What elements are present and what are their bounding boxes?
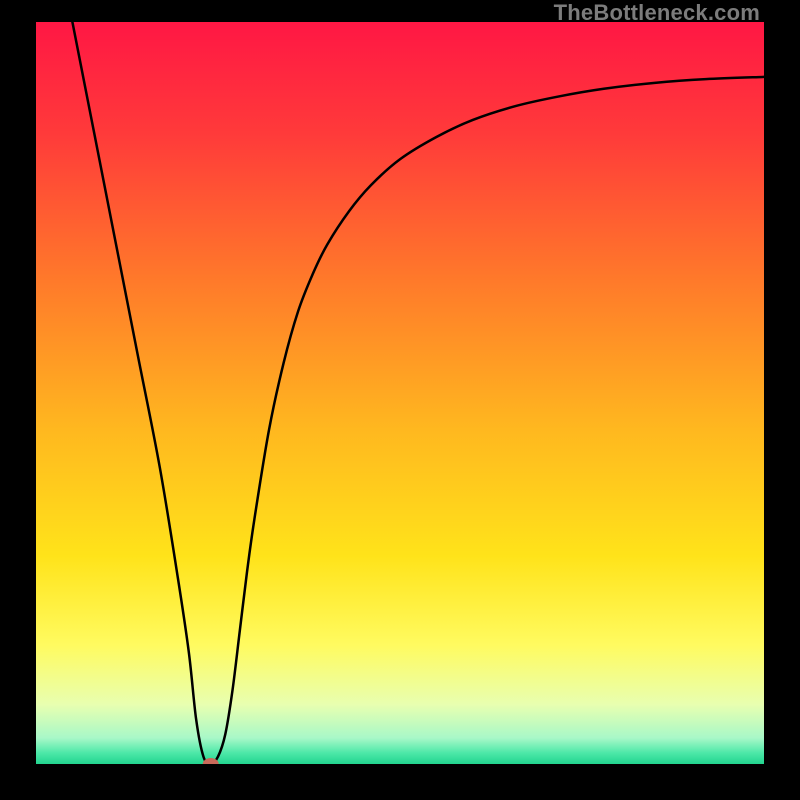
- chart-frame: TheBottleneck.com: [0, 0, 800, 800]
- bottleneck-curve: [72, 22, 764, 764]
- plot-area: [36, 22, 764, 764]
- curve-layer: [36, 22, 764, 764]
